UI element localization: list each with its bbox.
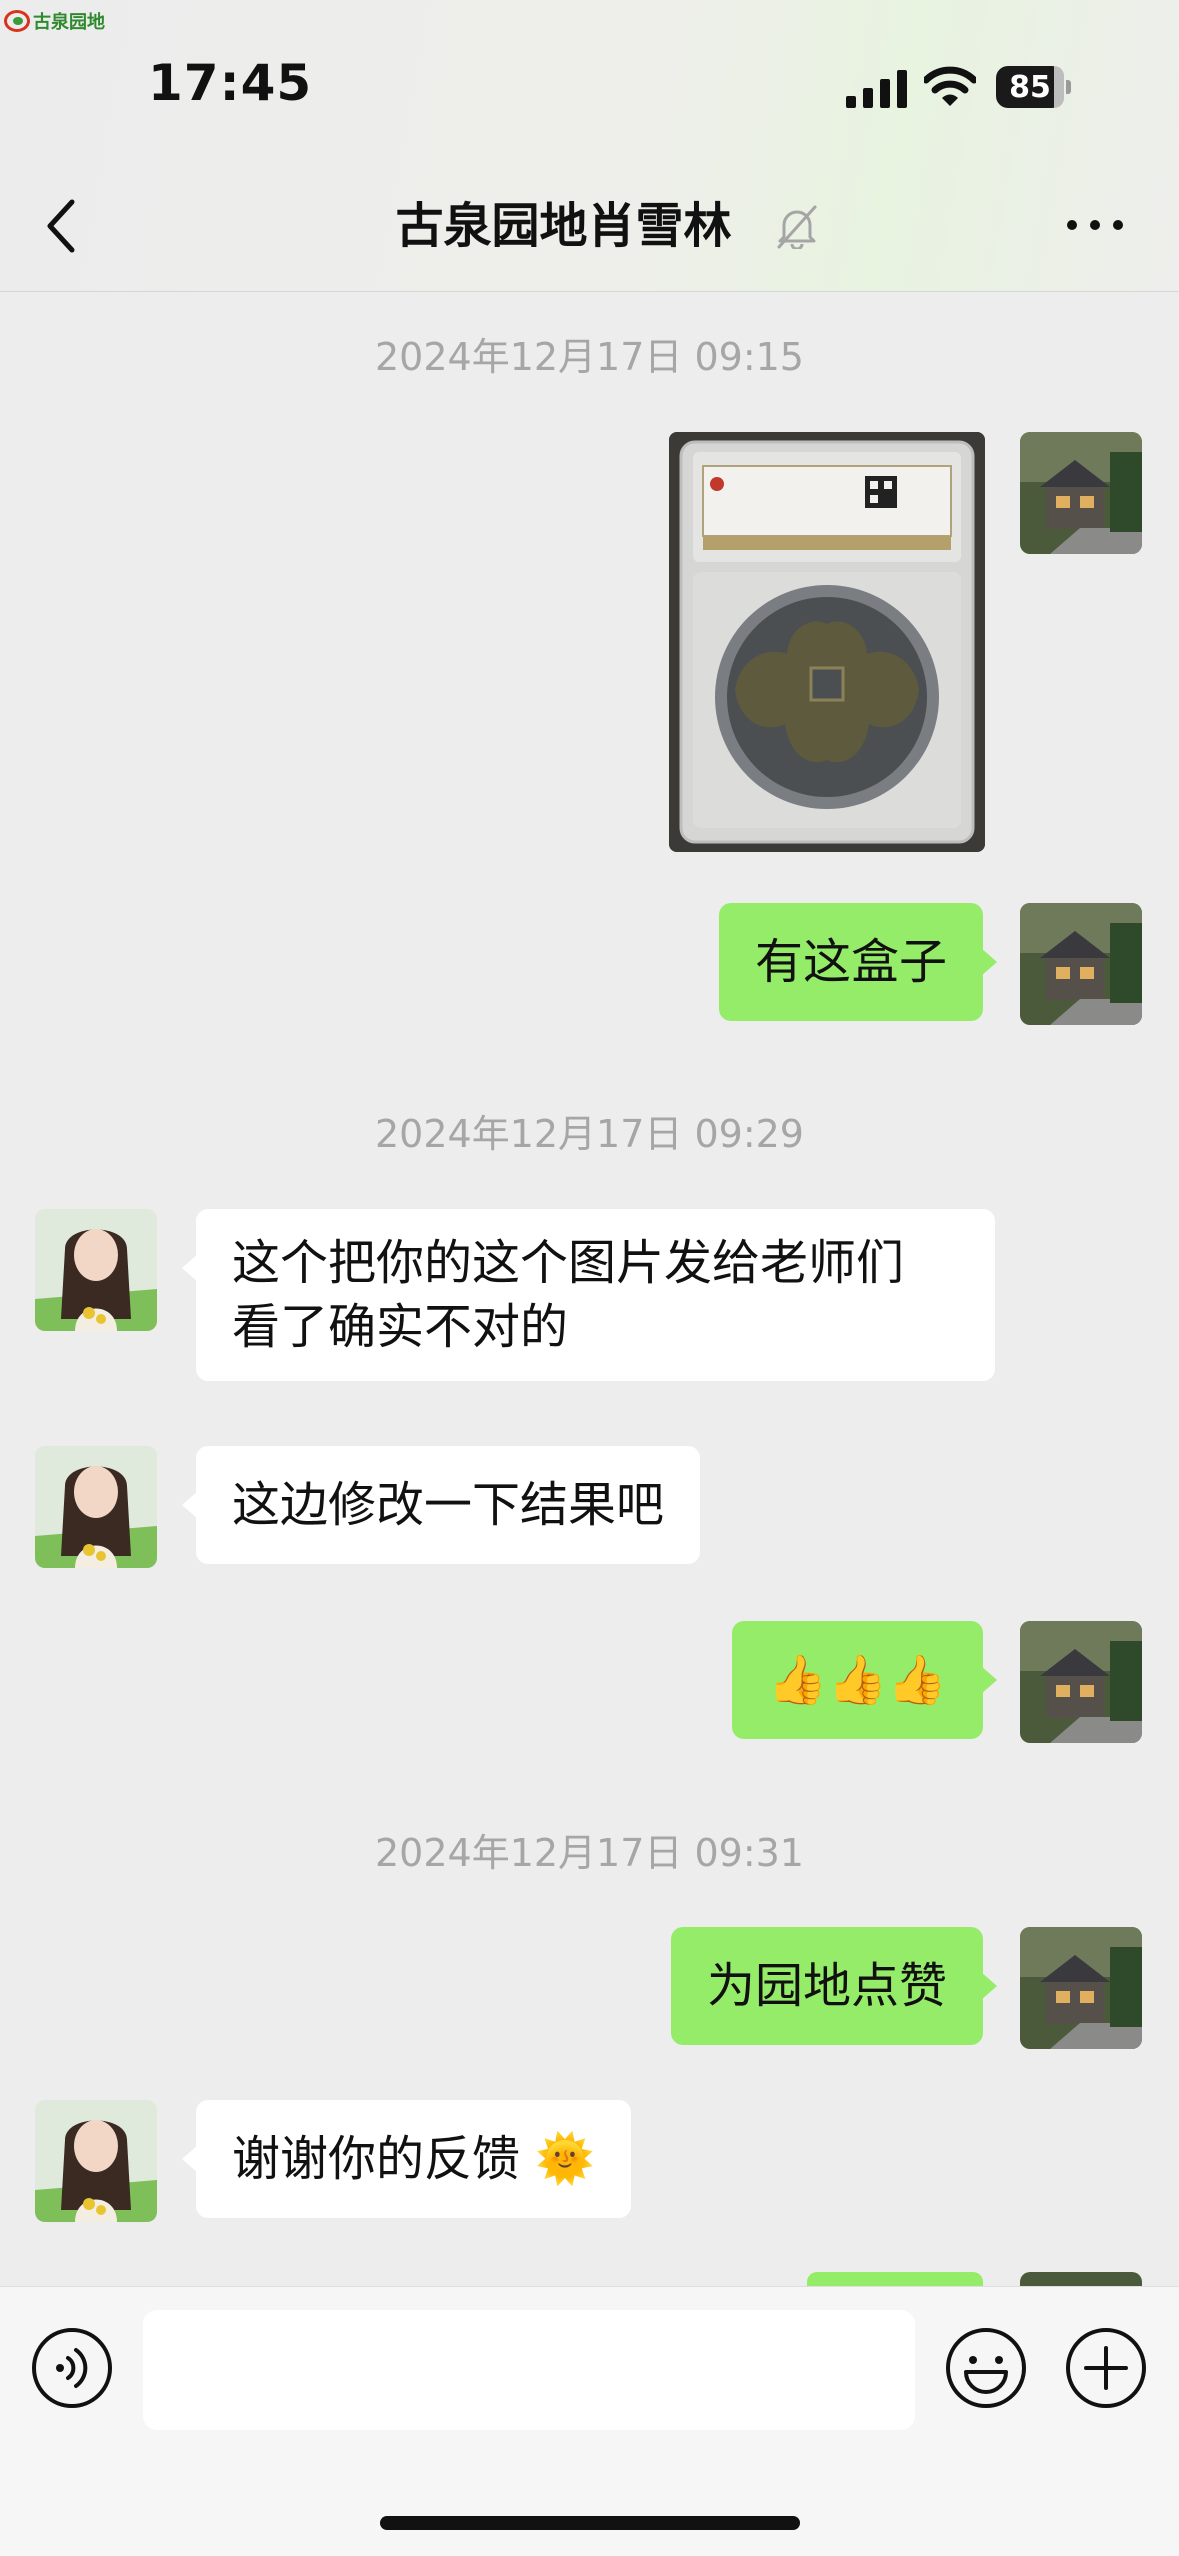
message-input[interactable] (143, 2310, 915, 2430)
message-timestamp: 2024年12月17日 09:29 (374, 1112, 804, 1156)
watermark-text: 古泉园地 (33, 12, 105, 33)
chat-title: 古泉园地肖雪林 (0, 196, 1179, 256)
message-bubble-mine[interactable]: 为园地点赞 (670, 1927, 998, 2045)
message-bubble-mine[interactable]: 有这盒子 (718, 903, 998, 1021)
battery-tip (1066, 80, 1071, 94)
my-avatar[interactable] (1020, 432, 1142, 554)
plus-icon[interactable] (1064, 2326, 1148, 2410)
muted-bell-icon (777, 205, 817, 249)
message-bubble-mine-partial[interactable] (807, 2272, 983, 2286)
home-indicator[interactable] (380, 2516, 800, 2530)
status-time: 17:45 (148, 54, 313, 112)
more-options-icon[interactable] (1060, 210, 1130, 240)
contact-avatar[interactable] (35, 1446, 157, 1568)
message-timestamp: 2024年12月17日 09:15 (374, 335, 804, 379)
my-avatar[interactable] (1020, 1927, 1142, 2049)
my-avatar-partial[interactable] (1020, 2272, 1142, 2286)
message-line: 这个把你的这个图片发给老师们 (232, 1235, 905, 1291)
my-avatar[interactable] (1020, 903, 1142, 1025)
battery-level: 85 (996, 66, 1064, 108)
contact-avatar[interactable] (35, 2100, 157, 2222)
message-bubble-theirs[interactable]: 这边修改一下结果吧 (181, 1446, 701, 1564)
battery-indicator: 85 (996, 66, 1072, 108)
message-timestamp: 2024年12月17日 09:31 (374, 1831, 804, 1875)
my-avatar[interactable] (1020, 1621, 1142, 1743)
contact-avatar[interactable] (35, 1209, 157, 1331)
emoji-icon[interactable] (944, 2326, 1028, 2410)
message-bubble-theirs[interactable]: 谢谢你的反馈 🌞 (181, 2100, 632, 2218)
cellular-signal-icon (846, 70, 907, 108)
message-line: 看了确实不对的 (232, 1299, 569, 1355)
coin-slab-image (669, 432, 985, 852)
image-message[interactable] (669, 432, 985, 852)
watermark-logo: 古泉园地 (4, 6, 105, 36)
message-bubble-mine[interactable]: 👍👍👍 (731, 1621, 998, 1739)
voice-input-icon[interactable] (30, 2326, 114, 2410)
logo-icon (4, 10, 30, 32)
message-bubble-theirs[interactable]: 这个把你的这个图片发给老师们 看了确实不对的 (182, 1209, 995, 1381)
chat-title-text: 古泉园地肖雪林 (395, 198, 732, 254)
wifi-icon (924, 66, 976, 106)
